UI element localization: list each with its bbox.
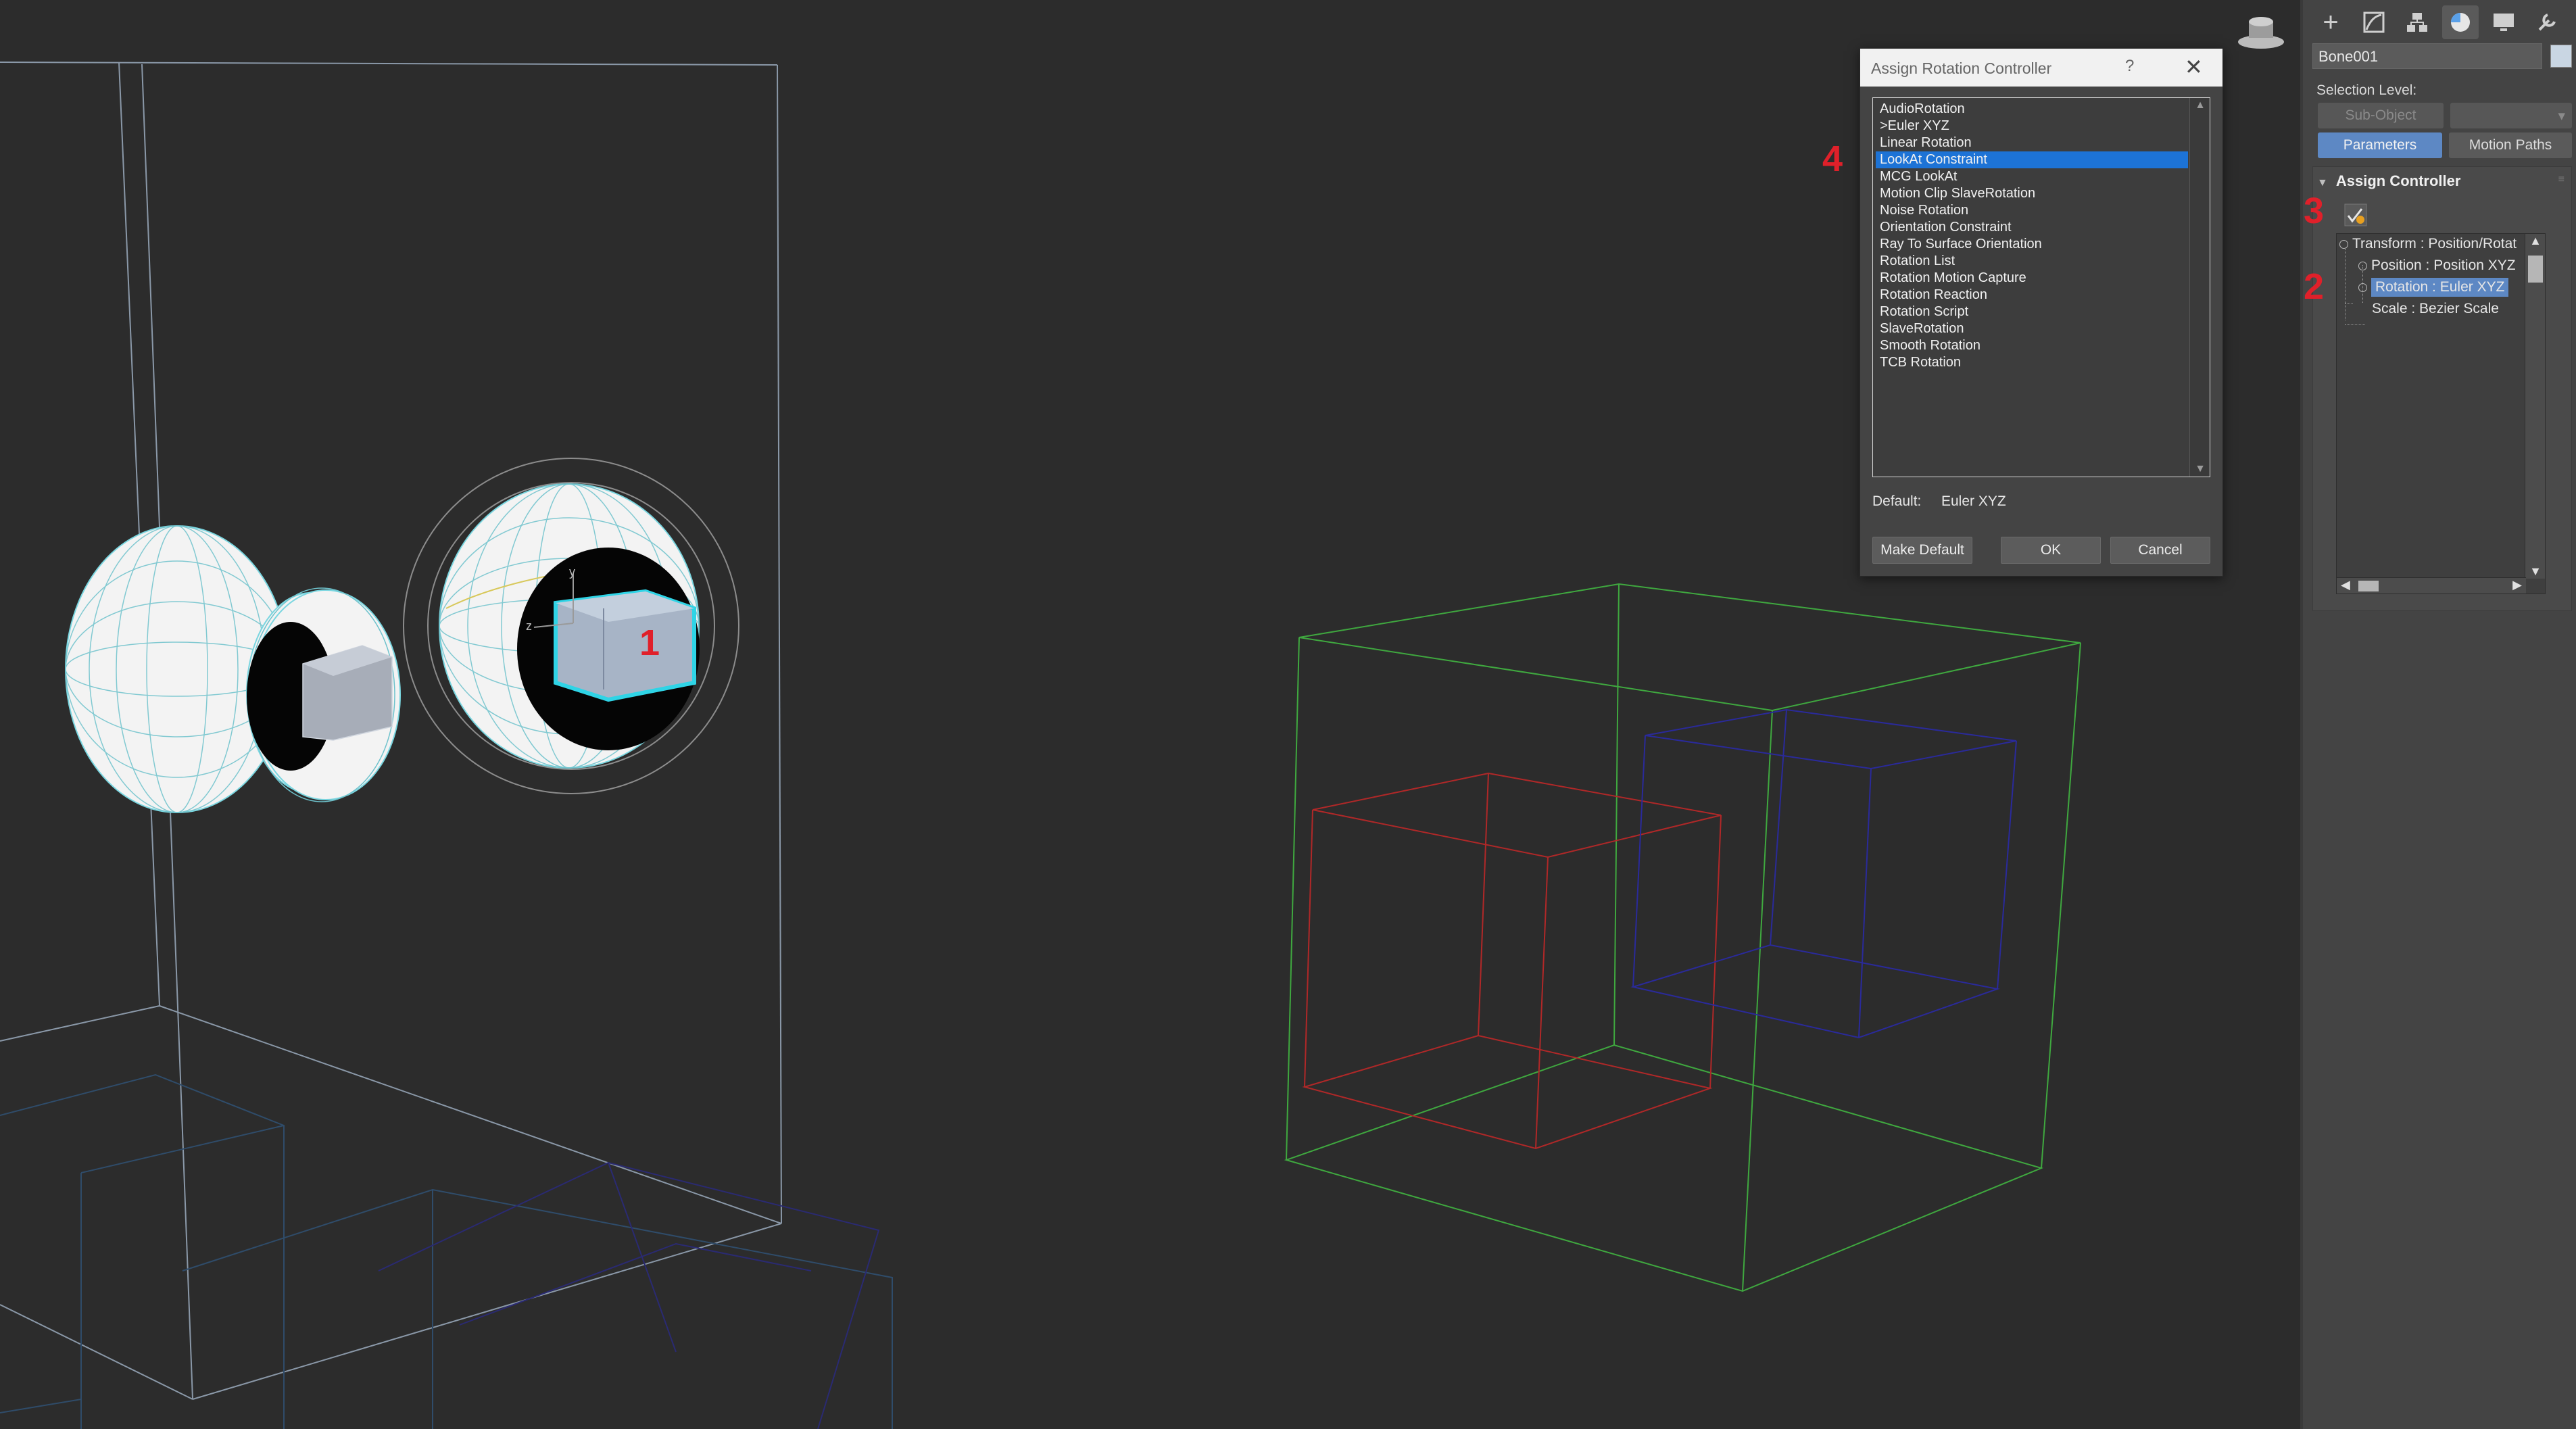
collapse-triangle-icon: ▼ <box>2317 177 2328 189</box>
display-tab-icon[interactable] <box>2485 5 2522 39</box>
default-label: Default: <box>1872 493 1922 509</box>
controller-list-item[interactable]: SlaveRotation <box>1876 320 2188 337</box>
close-icon[interactable]: ✕ <box>2185 54 2203 80</box>
create-tab-icon[interactable]: + <box>2312 5 2349 39</box>
scroll-down-icon[interactable]: ▼ <box>2525 564 2546 579</box>
step-marker-4: 4 <box>1822 139 1843 179</box>
tree-item-rotation[interactable]: Rotation : Euler XYZ <box>2358 277 2509 297</box>
controller-tree: Transform : Position/Rotat Position : Po… <box>2336 233 2546 594</box>
object-color-swatch[interactable] <box>2550 45 2572 68</box>
expand-icon[interactable] <box>2358 261 2367 270</box>
rollout-pin-icon[interactable]: ≡ <box>2558 174 2565 186</box>
default-value: Euler XYZ <box>1941 493 2006 509</box>
help-icon[interactable]: ? <box>2125 57 2134 76</box>
controller-list-item[interactable]: Rotation Motion Capture <box>1876 270 2188 287</box>
controller-list-item[interactable]: Orientation Constraint <box>1876 219 2188 236</box>
svg-text:y: y <box>569 565 575 579</box>
step-marker-2: 2 <box>2304 266 2325 307</box>
object-name-field[interactable]: Bone001 <box>2312 43 2542 69</box>
parameters-button[interactable]: Parameters <box>2318 132 2442 158</box>
svg-text:z: z <box>526 619 532 633</box>
expand-icon[interactable] <box>2339 239 2348 249</box>
controller-list-item[interactable]: TCB Rotation <box>1876 354 2188 371</box>
tree-item-position[interactable]: Position : Position XYZ <box>2358 256 2516 276</box>
dialog-titlebar[interactable]: Assign Rotation Controller ? ✕ <box>1860 49 2222 87</box>
expand-icon[interactable] <box>2358 283 2367 292</box>
tree-item-scale[interactable]: Scale : Bezier Scale <box>2372 299 2499 319</box>
scroll-down-icon[interactable]: ▼ <box>2190 463 2210 475</box>
controller-list-item[interactable]: Linear Rotation <box>1876 135 2188 151</box>
assign-rotation-controller-dialog: Assign Rotation Controller ? ✕ AudioRota… <box>1860 48 2223 577</box>
controller-list-item[interactable]: Rotation List <box>1876 253 2188 270</box>
scroll-thumb[interactable] <box>2528 256 2543 283</box>
motion-paths-button[interactable]: Motion Paths <box>2449 132 2572 158</box>
viewcube-home-icon[interactable] <box>2233 12 2289 53</box>
dialog-title: Assign Rotation Controller <box>1871 59 2052 77</box>
step-marker-3: 3 <box>2304 191 2325 231</box>
controller-list-item[interactable]: Rotation Reaction <box>1876 287 2188 304</box>
controller-list-item[interactable]: AudioRotation <box>1876 101 2188 118</box>
controller-list-item[interactable]: Noise Rotation <box>1876 202 2188 219</box>
modify-tab-icon[interactable] <box>2356 5 2392 39</box>
controller-list-item[interactable]: Motion Clip SlaveRotation <box>1876 185 2188 202</box>
tree-vertical-scrollbar[interactable]: ▲ ▼ <box>2525 234 2545 579</box>
tree-horizontal-scrollbar[interactable]: ◀ ▶ <box>2337 577 2526 594</box>
tree-item-transform[interactable]: Transform : Position/Rotat <box>2339 234 2517 254</box>
step-marker-1: 1 <box>639 623 660 663</box>
scroll-up-icon[interactable]: ▲ <box>2190 99 2210 112</box>
utilities-tab-icon[interactable] <box>2529 5 2565 39</box>
sub-object-button[interactable]: Sub-Object <box>2318 103 2444 128</box>
controller-list-item[interactable]: Ray To Surface Orientation <box>1876 236 2188 253</box>
selection-level-label: Selection Level: <box>2316 82 2417 98</box>
command-panel: + Bone001 Selection Level: Sub-Object ▾ … <box>2300 0 2576 1429</box>
controller-list-item[interactable]: LookAt Constraint <box>1876 151 2188 168</box>
command-panel-tabs: + <box>2312 5 2565 39</box>
chevron-down-icon: ▾ <box>2558 107 2565 124</box>
controller-list-item[interactable]: >Euler XYZ <box>1876 118 2188 135</box>
controller-list[interactable]: AudioRotation >Euler XYZ Linear Rotation Lo… <box>1872 97 2210 477</box>
cancel-button[interactable]: Cancel <box>2110 537 2210 564</box>
controller-list-item[interactable]: MCG LookAt <box>1876 168 2188 185</box>
rollout-header[interactable]: ▼ Assign Controller <box>2317 172 2460 190</box>
list-scrollbar[interactable]: ▲ ▼ <box>2189 98 2210 477</box>
controller-list-item[interactable]: Rotation Script <box>1876 304 2188 320</box>
scroll-thumb[interactable] <box>2358 581 2379 591</box>
sub-object-dropdown[interactable]: ▾ <box>2450 103 2572 128</box>
make-default-button[interactable]: Make Default <box>1872 537 1972 564</box>
assign-controller-rollout: ▼ Assign Controller ≡ 3 2 Transform : Pos… <box>2304 166 2572 611</box>
scroll-right-icon[interactable]: ▶ <box>2512 578 2522 592</box>
controller-list-item[interactable]: Smooth Rotation <box>1876 337 2188 354</box>
assign-controller-icon[interactable] <box>2344 203 2367 226</box>
motion-tab-icon[interactable] <box>2442 5 2479 39</box>
ok-button[interactable]: OK <box>2001 537 2101 564</box>
scroll-left-icon[interactable]: ◀ <box>2341 578 2350 592</box>
rollout-title: Assign Controller <box>2335 172 2461 189</box>
hierarchy-tab-icon[interactable] <box>2399 5 2435 39</box>
scroll-up-icon[interactable]: ▲ <box>2525 234 2546 248</box>
